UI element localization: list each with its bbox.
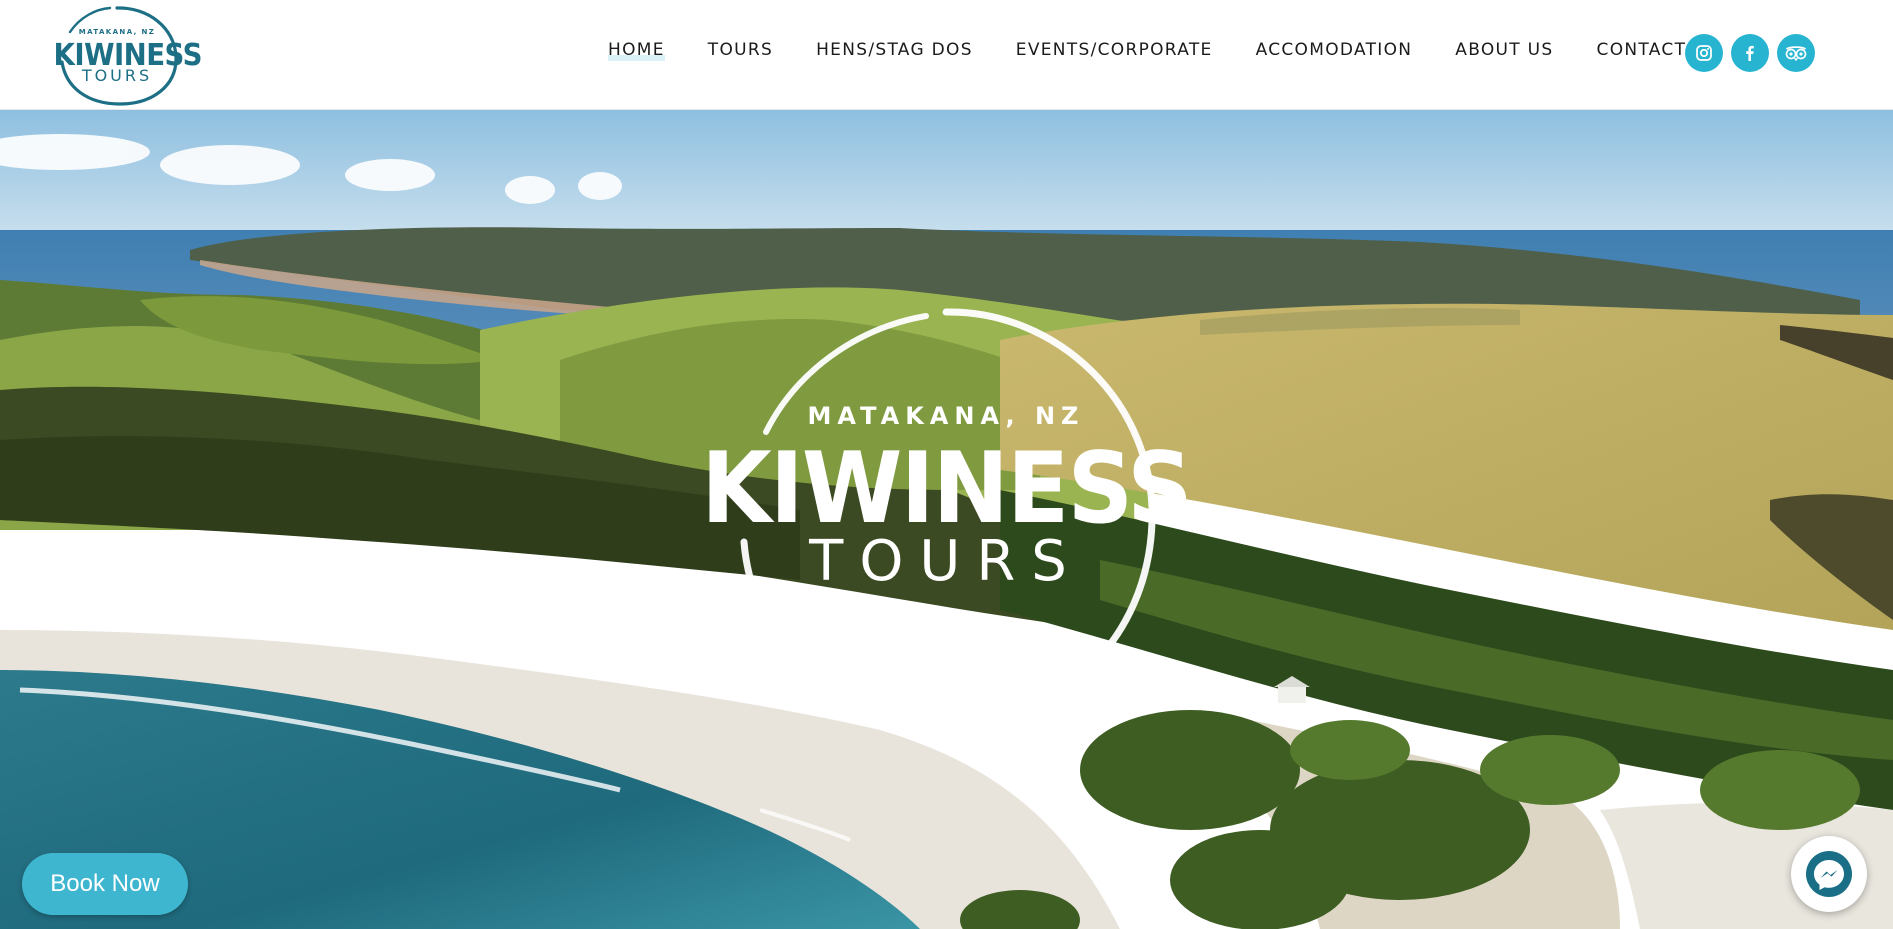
- book-now-button[interactable]: Book Now: [22, 853, 188, 915]
- social-links: [1685, 34, 1815, 72]
- hero-section: MATAKANA, NZ KIWINESS TOURS: [0, 110, 1893, 929]
- site-logo[interactable]: MATAKANA, NZ KIWINESS TOURS: [48, 2, 202, 106]
- facebook-icon[interactable]: [1731, 34, 1769, 72]
- logo-tours: TOURS: [81, 66, 153, 85]
- hero-logo: MATAKANA, NZ KIWINESS TOURS: [656, 292, 1236, 740]
- nav-contact[interactable]: CONTACT: [1597, 40, 1687, 60]
- main-nav: HOME TOURS HENS/STAG DOS EVENTS/CORPORAT…: [608, 40, 1729, 61]
- hero-location: MATAKANA, NZ: [807, 402, 1085, 430]
- messenger-icon[interactable]: [1791, 836, 1867, 912]
- site-header: MATAKANA, NZ KIWINESS TOURS HOME TOURS H…: [0, 0, 1893, 110]
- hero-tours: TOURS: [809, 529, 1083, 594]
- nav-home[interactable]: HOME: [608, 40, 665, 61]
- logo-location: MATAKANA, NZ: [78, 28, 156, 36]
- nav-tours[interactable]: TOURS: [708, 40, 773, 60]
- instagram-icon[interactable]: [1685, 34, 1723, 72]
- hero-brand-name: KIWINESS: [701, 432, 1193, 546]
- nav-about-us[interactable]: ABOUT US: [1455, 40, 1553, 60]
- tripadvisor-icon[interactable]: [1777, 34, 1815, 72]
- nav-hens-stag-dos[interactable]: HENS/STAG DOS: [816, 40, 973, 60]
- nav-accomodation[interactable]: ACCOMODATION: [1256, 40, 1413, 60]
- nav-events-corporate[interactable]: EVENTS/CORPORATE: [1016, 40, 1213, 60]
